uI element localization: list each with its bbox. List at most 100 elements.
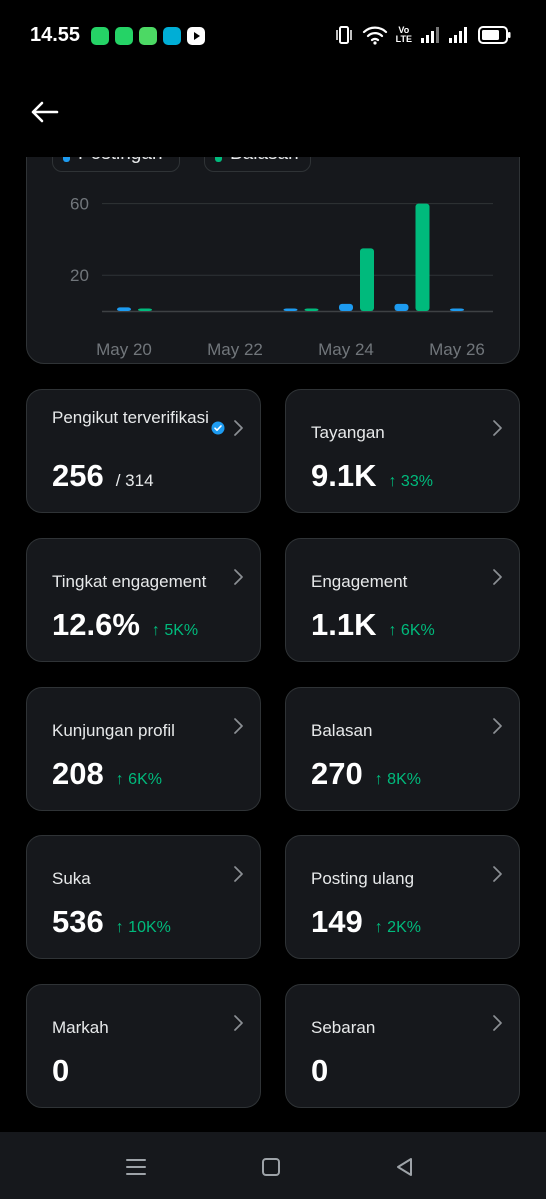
bar-chart: 20 60 May 20 May 22 May 24 May 26 [70,195,493,359]
metric-label: Engagement [311,572,408,591]
metric-value: 0 [311,1053,329,1088]
notification-icons [91,27,205,45]
metric-value: 1.1K [311,607,377,642]
metric-card-balasan[interactable]: Balasan 270 ↑ 8K% [285,687,520,811]
metric-value: 536 [52,904,104,939]
metric-card-tingkat-engagement[interactable]: Tingkat engagement 12.6% ↑ 5K% [26,538,261,662]
bar-postingan-may-24[interactable] [339,303,353,311]
activity-chart-card: Postingan Balasan 2060May 20May 22May 24… [26,157,520,364]
chevron-right-icon [493,866,502,882]
signal-icon-2 [448,25,470,45]
bar-balasan-may-24[interactable] [360,248,374,311]
bar-postingan-may-25[interactable] [394,303,409,311]
chevron-right-icon [234,569,243,585]
x-tick-label: May 26 [429,340,485,359]
back-button[interactable] [24,92,64,132]
metric-value: 149 [311,904,363,939]
chevron-right-icon [493,1015,502,1031]
bar-postingan-may-23[interactable] [283,308,298,312]
metric-label: Sebaran [311,1018,376,1037]
gopay-icon [163,27,181,45]
metric-card-engagement[interactable]: Engagement 1.1K ↑ 6K% [285,538,520,662]
metric-value: 0 [52,1053,70,1088]
metric-delta: ↑ 6K% [388,622,435,639]
menu-icon [126,1159,146,1175]
metric-delta: ↑ 2K% [374,919,421,936]
y-tick-label: 60 [70,195,89,214]
analytics-content: Postingan Balasan 2060May 20May 22May 24… [0,157,546,1132]
wifi-icon [362,25,388,45]
metric-card-markah[interactable]: Markah 0 [26,984,261,1108]
chevron-right-icon [234,420,243,436]
chevron-right-icon [493,569,502,585]
youtube-icon [187,27,205,45]
metric-total: / 314 [115,471,154,490]
metric-card-sebaran[interactable]: Sebaran 0 [285,984,520,1108]
chevron-right-icon [234,718,243,734]
arrow-left-icon [31,101,59,123]
metric-value-row: 9.1K ↑ 33% [311,458,433,494]
battery-icon [478,25,512,45]
metric-value-row: 12.6% ↑ 5K% [52,607,198,643]
metric-label: Kunjungan profil [52,721,175,740]
metric-value-row: 270 ↑ 8K% [311,756,421,792]
messages-icon [139,27,157,45]
signal-icon-1 [420,25,440,45]
chevron-right-icon [493,718,502,734]
volte-icon: Vo LTE [395,25,412,44]
metric-delta: ↑ 8K% [374,771,421,788]
chevron-right-icon [234,866,243,882]
metric-value-row: 149 ↑ 2K% [311,904,421,940]
x-tick-label: May 20 [96,340,152,359]
metric-label: Suka [52,869,91,888]
metric-value-row: 0 [311,1053,328,1089]
bar-balasan-may-20[interactable] [138,308,152,312]
metric-value-row: 0 [52,1053,69,1089]
metric-value: 9.1K [311,458,377,493]
metric-value: 208 [52,756,104,791]
status-bar: 14.55 Vo LTE [0,0,546,72]
metric-value-row: 536 ↑ 10K% [52,904,171,940]
metric-delta: ↑ 10K% [115,919,171,936]
metric-value: 12.6% [52,607,140,642]
metric-delta: ↑ 5K% [151,622,199,639]
metric-label: Tayangan [311,423,385,442]
vibrate-icon [334,24,354,46]
chevron-right-icon [493,420,502,436]
metric-card-suka[interactable]: Suka 536 ↑ 10K% [26,835,261,959]
metric-value-row: 1.1K ↑ 6K% [311,607,435,643]
back-triangle-icon [397,1158,412,1176]
recent-apps-button[interactable] [123,1154,149,1180]
back-nav-button[interactable] [392,1154,418,1180]
metric-label: Pengikut terverifikasi [52,408,209,427]
metric-value: 270 [311,756,363,791]
metric-delta: ↑ 6K% [115,771,162,788]
metric-value: 256 [52,458,104,493]
metric-delta: ↑ 33% [388,473,433,490]
metric-card-tayangan[interactable]: Tayangan 9.1K ↑ 33% [285,389,520,513]
home-square-icon [262,1158,280,1176]
metric-value-row: 256 / 314 [52,458,154,494]
x-tick-label: May 22 [207,340,263,359]
y-tick-label: 20 [70,266,89,285]
bar-postingan-may-26[interactable] [450,308,464,312]
verified-badge-icon [211,421,225,435]
x-tick-label: May 24 [318,340,374,359]
status-time: 14.55 [30,24,81,46]
chevron-right-icon [234,1015,243,1031]
metric-card-posting-ulang[interactable]: Posting ulang 149 ↑ 2K% [285,835,520,959]
home-button[interactable] [258,1154,284,1180]
metric-label: Balasan [311,721,373,740]
system-navigation-bar [0,1132,546,1199]
app-header [0,72,546,157]
metric-card-kunjungan-profil[interactable]: Kunjungan profil 208 ↑ 6K% [26,687,261,811]
bar-balasan-may-25[interactable] [415,203,430,311]
metric-label: Tingkat engagement [52,572,207,591]
metric-label: Posting ulang [311,869,415,888]
system-status-icons: Vo LTE [334,24,512,46]
whatsapp-icon [115,27,133,45]
bar-postingan-may-20[interactable] [117,307,131,311]
metric-card-pengikut-terverifikasi[interactable]: Pengikut terverifikasi 256 / 314 [26,389,261,513]
metric-value-row: 208 ↑ 6K% [52,756,162,792]
bar-balasan-may-23[interactable] [304,308,319,312]
